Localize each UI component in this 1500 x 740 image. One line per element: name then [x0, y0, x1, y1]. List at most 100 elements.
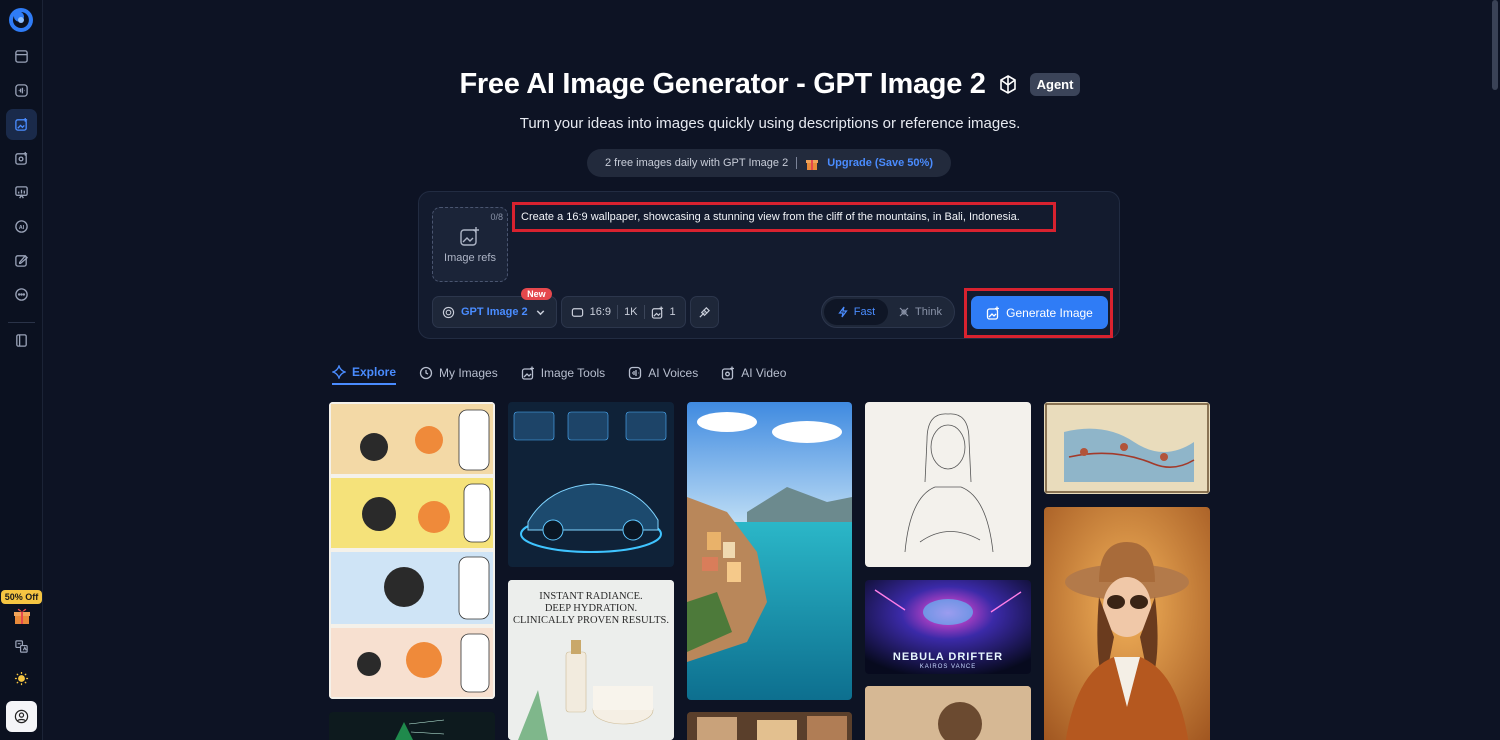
skincare-caption: INSTANT RADIANCE. DEEP HYDRATION. CLINIC… — [508, 591, 674, 627]
style-button[interactable] — [689, 296, 719, 328]
history-icon — [419, 366, 433, 380]
new-badge: New — [521, 288, 552, 300]
chevron-down-icon — [536, 309, 544, 315]
lightning-icon — [838, 306, 848, 318]
add-image-icon — [986, 306, 1000, 320]
cell-diagram-image — [329, 712, 495, 740]
tab-ai-video[interactable]: AI Video — [721, 361, 786, 385]
gallery-image-fashion[interactable] — [1044, 507, 1210, 740]
svg-text:AI: AI — [19, 225, 25, 231]
tab-ai-voices[interactable]: AI Voices — [628, 361, 698, 385]
mode-toggle: Fast Think — [821, 296, 955, 328]
tab-explore[interactable]: Explore — [332, 361, 397, 385]
sidebar-video-icon[interactable] — [6, 143, 37, 174]
theme-sun-icon[interactable] — [6, 663, 37, 694]
image-tools-icon — [521, 366, 534, 380]
game-subtitle: KAIROS VANCE — [919, 664, 977, 670]
fashion-image — [1044, 507, 1210, 740]
mode-think-option[interactable]: Think — [888, 299, 952, 325]
tab-my-images[interactable]: My Images — [419, 361, 498, 385]
prompt-toolbar: GPT Image 2 New 16:9 1K 1 — [432, 288, 719, 328]
add-image-icon — [460, 226, 479, 246]
prompt-textarea[interactable]: Create a 16:9 wallpaper, showcasing a st… — [512, 202, 1056, 232]
promo-badge[interactable]: 50% Off — [1, 590, 42, 604]
title-row: Free AI Image Generator - GPT Image 2 Ag… — [0, 68, 1500, 101]
separator — [617, 305, 619, 319]
gallery-image-ev-car[interactable] — [508, 402, 674, 567]
skincare-line: CLINICALLY PROVEN RESULTS. — [513, 615, 669, 626]
gift-icon[interactable] — [12, 606, 32, 624]
gallery-image-coast[interactable] — [687, 402, 852, 700]
sidebar-write-icon[interactable] — [6, 245, 37, 276]
sidebar-translate-icon[interactable] — [6, 631, 37, 662]
tab-image-tools[interactable]: Image Tools — [521, 361, 605, 385]
quota-text: 2 free images daily with GPT Image 2 — [605, 157, 789, 169]
ev-car-image — [508, 402, 674, 567]
sketch-image — [865, 402, 1031, 567]
page-subtitle: Turn your ideas into images quickly usin… — [519, 115, 1021, 132]
quota-pill: 2 free images daily with GPT Image 2 Upg… — [587, 149, 951, 177]
gallery-image-manga[interactable] — [329, 402, 495, 699]
manga-image — [329, 402, 495, 699]
skincare-line: DEEP HYDRATION. — [544, 603, 638, 614]
image-refs-upload[interactable]: 0/8 Image refs — [432, 207, 508, 282]
tab-label: AI Voices — [648, 366, 699, 380]
coast-image — [687, 402, 852, 700]
explore-icon — [332, 365, 346, 379]
separator — [643, 305, 645, 319]
gallery-image-skincare[interactable]: INSTANT RADIANCE. DEEP HYDRATION. CLINIC… — [508, 580, 674, 740]
upgrade-link[interactable]: Upgrade (Save 50%) — [827, 157, 933, 169]
ref-count: 0/8 — [490, 212, 503, 222]
gallery-image-game-cover[interactable]: NEBULA DRIFTER KAIROS VANCE — [865, 580, 1031, 674]
agent-badge[interactable]: Agent — [1029, 73, 1081, 96]
sidebar-library-icon[interactable] — [6, 325, 37, 356]
sidebar-divider — [8, 322, 35, 323]
openai-logo-icon — [999, 74, 1016, 94]
gallery-image-street[interactable] — [687, 712, 852, 740]
map-image — [1044, 402, 1210, 494]
sidebar-slides-icon[interactable] — [6, 177, 37, 208]
mode-think-label: Think — [915, 306, 942, 318]
image-refs-label: Image refs — [444, 251, 496, 264]
aspect-ratio-icon — [571, 307, 583, 317]
user-icon — [14, 709, 29, 724]
resolution-value: 1K — [624, 306, 638, 318]
brush-icon — [699, 306, 710, 318]
gift-icon — [806, 160, 819, 170]
street-image — [687, 712, 852, 740]
gallery-image-map[interactable] — [1044, 402, 1210, 494]
portrait-image — [865, 686, 1031, 740]
tab-label: My Images — [439, 366, 498, 380]
mode-fast-label: Fast — [853, 306, 876, 318]
gallery-image-sketch[interactable] — [865, 402, 1031, 567]
generate-highlight-box: Generate Image — [964, 288, 1113, 338]
game-title: NEBULA DRIFTER — [892, 651, 1004, 663]
image-count-value: 1 — [669, 306, 676, 318]
sidebar-more-icon[interactable] — [6, 279, 37, 310]
page-title: Free AI Image Generator - GPT Image 2 — [459, 68, 986, 100]
app-logo-icon[interactable] — [8, 7, 34, 33]
tab-label: AI Video — [741, 366, 787, 380]
think-icon — [899, 307, 909, 317]
gallery-image-portrait[interactable] — [865, 686, 1031, 740]
user-account-button[interactable] — [6, 701, 37, 732]
tab-label: Image Tools — [540, 366, 606, 380]
skincare-line: INSTANT RADIANCE. — [539, 591, 643, 602]
aspect-ratio-value: 16:9 — [589, 306, 612, 318]
content-tabs: Explore My Images Image Tools AI Voices … — [332, 361, 786, 389]
openai-logo-icon — [442, 306, 455, 318]
image-settings-button[interactable]: 16:9 1K 1 — [560, 296, 686, 328]
model-name: GPT Image 2 — [461, 306, 528, 318]
sidebar-ai-icon[interactable]: AI — [6, 211, 37, 242]
image-count-icon — [651, 305, 663, 319]
gallery-image-cell-diagram[interactable] — [329, 712, 495, 740]
quota-separator — [796, 157, 798, 169]
mode-fast-option[interactable]: Fast — [824, 299, 888, 325]
sidebar: AI 50% Off — [0, 0, 43, 740]
model-selector[interactable]: GPT Image 2 New — [432, 288, 557, 328]
voice-icon — [629, 366, 642, 380]
generate-image-button[interactable]: Generate Image — [971, 296, 1108, 329]
generate-label: Generate Image — [1006, 305, 1093, 320]
prompt-card: 0/8 Image refs Create a 16:9 wallpaper, … — [418, 191, 1120, 339]
video-icon — [722, 366, 735, 380]
